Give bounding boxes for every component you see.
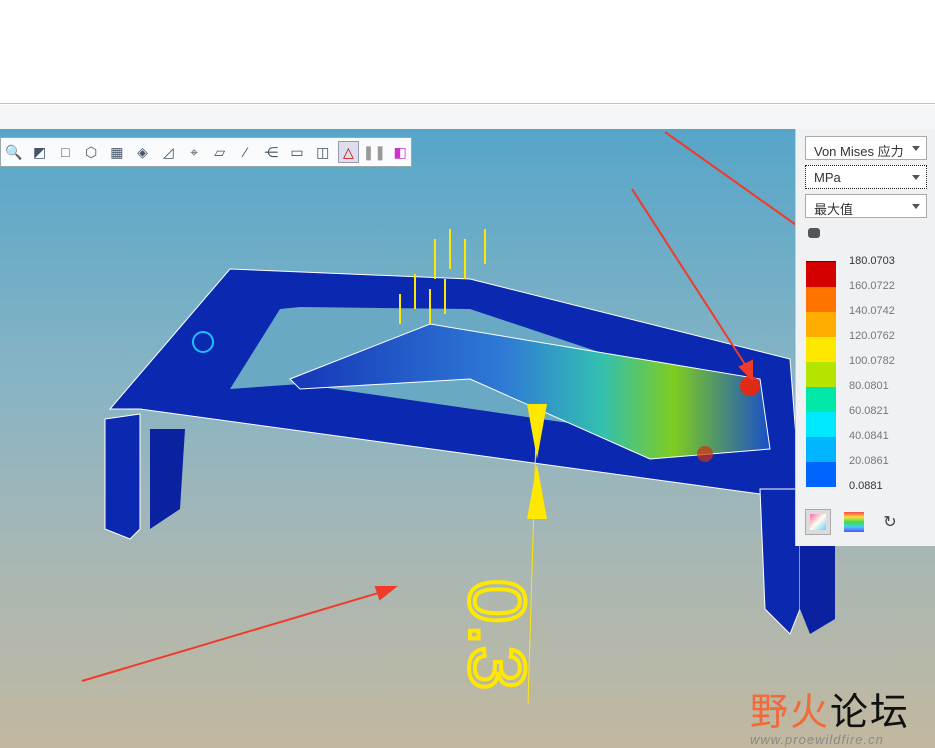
chevron-down-icon bbox=[912, 146, 920, 151]
scale-label: 40.0841 bbox=[849, 430, 889, 442]
spectrum-icon bbox=[844, 512, 864, 532]
color-band bbox=[806, 262, 836, 287]
unit-select[interactable]: MPa bbox=[805, 165, 927, 189]
section-icon[interactable]: ◿ bbox=[157, 141, 179, 163]
color-band bbox=[806, 337, 836, 362]
color-cube-icon bbox=[810, 514, 826, 530]
color-scale-bar bbox=[806, 261, 836, 487]
scale-label: 120.0762 bbox=[849, 330, 895, 342]
plane-display-icon[interactable]: ▱ bbox=[209, 141, 231, 163]
scale-label: 0.0881 bbox=[849, 480, 883, 492]
screenshot-icon[interactable]: ▦ bbox=[106, 141, 128, 163]
color-band bbox=[806, 287, 836, 312]
scale-label: 140.0742 bbox=[849, 305, 895, 317]
datum-display-icon[interactable]: ⌖ bbox=[183, 141, 205, 163]
color-spectrum-button[interactable] bbox=[841, 509, 867, 535]
legend-settings-button[interactable] bbox=[805, 509, 831, 535]
chevron-down-icon bbox=[912, 175, 920, 180]
pause-icon[interactable]: ❚❚ bbox=[363, 141, 386, 163]
view-toolbar: 🔍 ◩ □ ⬡ ▦ ◈ ◿ ⌖ ▱ ⁄ ⋲ ▭ ◫ △ ❚❚ ◧ bbox=[0, 137, 412, 167]
mode-select[interactable]: 最大值 bbox=[805, 194, 927, 218]
graphics-viewport[interactable]: 0.3 🔍 ◩ □ ⬡ ▦ ◈ ◿ ⌖ ▱ ⁄ ⋲ ▭ ◫ △ ❚❚ ◧ Von… bbox=[0, 129, 935, 748]
hide-show-icon[interactable]: ▭ bbox=[286, 141, 308, 163]
results-display-icon[interactable]: △ bbox=[337, 141, 360, 163]
ribbon-strip bbox=[0, 105, 935, 129]
ribbon bbox=[0, 0, 935, 104]
chevron-down-icon bbox=[912, 204, 920, 209]
color-band bbox=[806, 387, 836, 412]
zoom-out-icon[interactable]: 🔍 bbox=[3, 141, 25, 163]
scale-label: 80.0801 bbox=[849, 380, 889, 392]
connections-icon[interactable]: ⋲ bbox=[260, 141, 282, 163]
refresh-icon: ↻ bbox=[883, 514, 897, 531]
color-band bbox=[806, 462, 836, 487]
scale-label: 20.0861 bbox=[849, 455, 889, 467]
thickness-label[interactable]: 0.3 bbox=[451, 577, 544, 692]
results-legend-panel: Von Mises 应力 MPa 最大值 180.0703 160.0722 140… bbox=[795, 129, 935, 546]
display-style-icon[interactable]: ◈ bbox=[132, 141, 154, 163]
color-band bbox=[806, 362, 836, 387]
watermark-name-black: 论坛 bbox=[830, 692, 911, 734]
color-band bbox=[806, 312, 836, 337]
scale-label: 160.0722 bbox=[849, 280, 895, 292]
color-map-icon[interactable]: ◧ bbox=[389, 141, 411, 163]
refresh-button[interactable]: ↻ bbox=[877, 509, 903, 535]
glasses-view-icon[interactable]: ◫ bbox=[312, 141, 334, 163]
refit-icon[interactable]: ◩ bbox=[29, 141, 51, 163]
scale-label: 100.0782 bbox=[849, 355, 895, 367]
axis-display-icon[interactable]: ⁄ bbox=[235, 141, 257, 163]
unit-value: MPa bbox=[814, 170, 841, 185]
toggle-icon[interactable] bbox=[808, 228, 820, 238]
scale-label: 60.0821 bbox=[849, 405, 889, 417]
watermark-name-red: 野火 bbox=[750, 692, 831, 734]
saved-orientations-icon[interactable]: □ bbox=[54, 141, 76, 163]
quantity-value: Von Mises 应力 bbox=[814, 144, 904, 159]
view-manager-icon[interactable]: ⬡ bbox=[80, 141, 102, 163]
mode-value: 最大值 bbox=[814, 202, 854, 217]
color-band bbox=[806, 412, 836, 437]
quantity-select[interactable]: Von Mises 应力 bbox=[805, 136, 927, 160]
watermark: 野火论坛 www.proewildfire.cn bbox=[750, 681, 910, 747]
scale-label: 180.0703 bbox=[849, 255, 895, 267]
color-band bbox=[806, 437, 836, 462]
